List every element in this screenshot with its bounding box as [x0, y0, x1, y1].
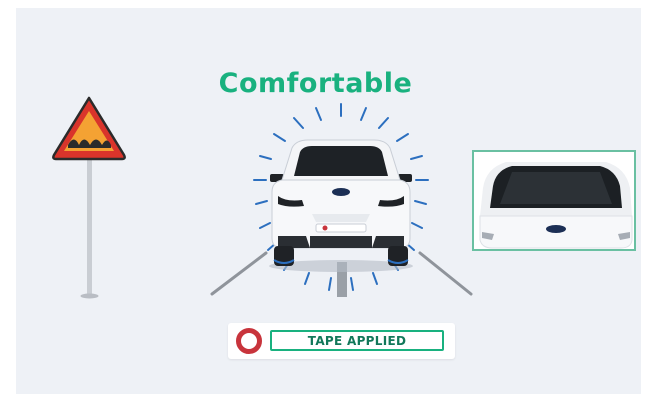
scene-stage: Comfortable TAPE APPLIED: [16, 8, 641, 394]
record-circle-icon: [236, 328, 262, 354]
status-badge-label: TAPE APPLIED: [270, 330, 444, 351]
road: [210, 251, 473, 297]
car-rear-closeup-icon: [472, 150, 636, 251]
status-badge: TAPE APPLIED: [228, 323, 455, 359]
car-front-icon: [269, 139, 413, 272]
speed-bump-warning-sign-icon: [52, 96, 126, 299]
comfort-level-title: Comfortable: [218, 68, 413, 99]
